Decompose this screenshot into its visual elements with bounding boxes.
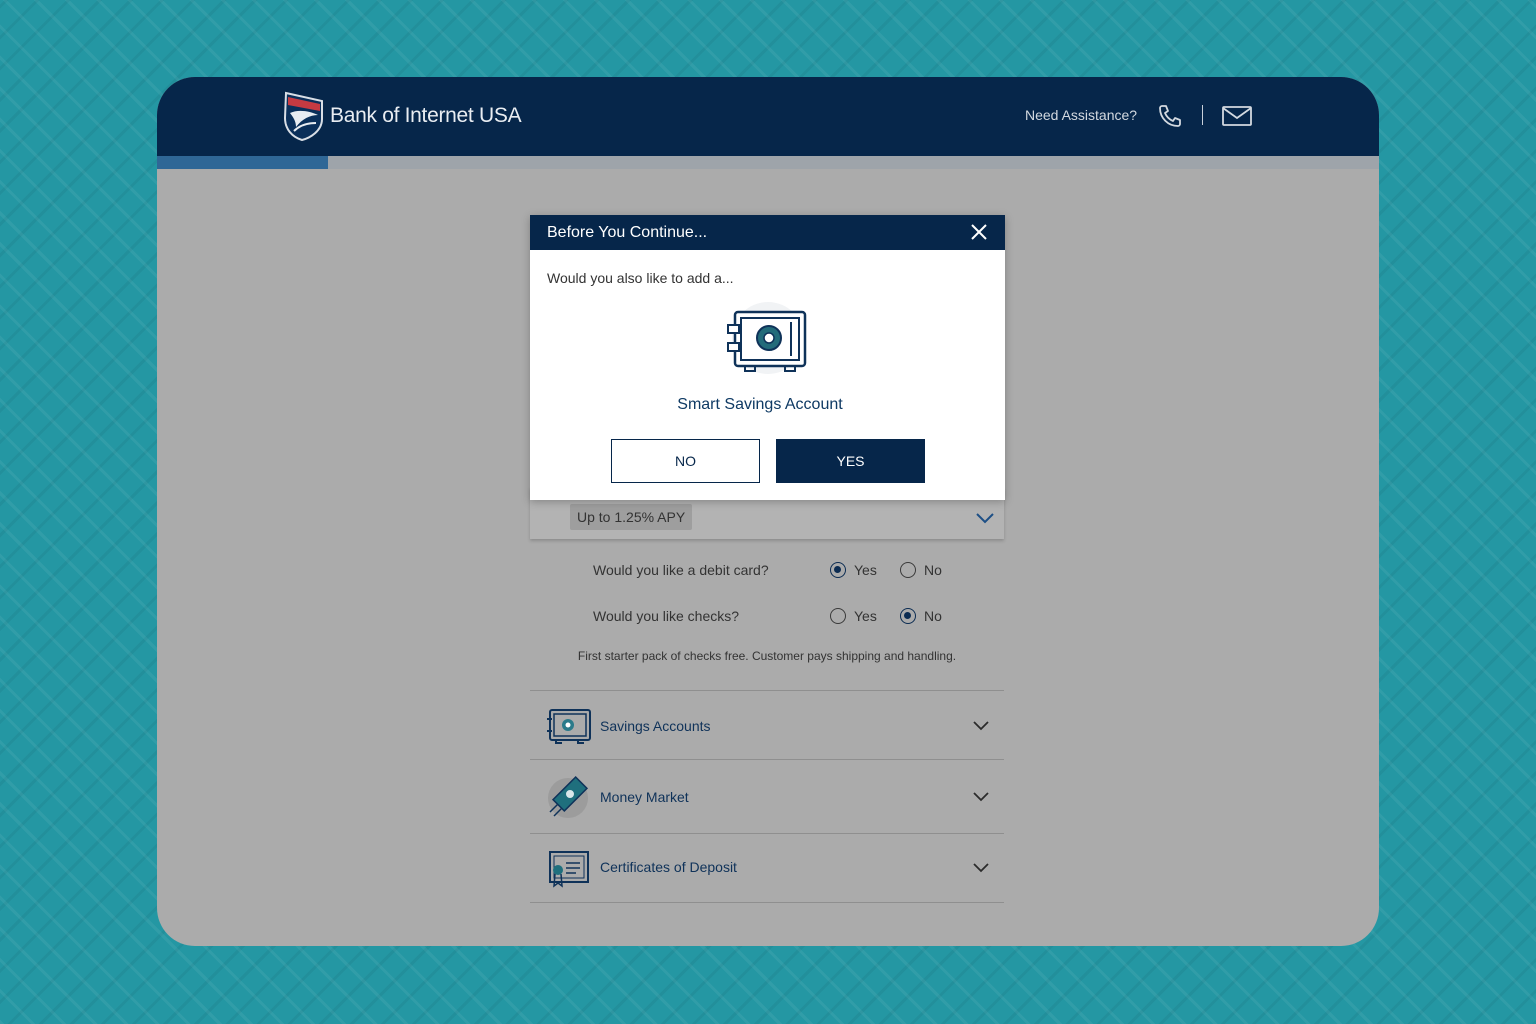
safe-icon <box>547 709 591 744</box>
chevron-down-icon[interactable] <box>973 721 989 731</box>
checks-no-label: No <box>924 608 942 624</box>
accordion-label: Certificates of Deposit <box>600 859 737 875</box>
product-name: Smart Savings Account <box>677 396 843 413</box>
checks-note: First starter pack of checks free. Custo… <box>577 649 957 663</box>
chevron-down-icon[interactable] <box>973 863 989 873</box>
checks-yes-label: Yes <box>854 608 877 624</box>
apy-badge: Up to 1.25% APY <box>570 504 693 530</box>
money-icon <box>548 775 589 818</box>
yes-button[interactable]: YES <box>776 439 925 483</box>
header-divider <box>1202 105 1203 125</box>
accordion-savings-accounts[interactable]: Savings Accounts <box>530 690 1004 760</box>
checks-no-radio[interactable] <box>900 608 916 624</box>
certificate-icon <box>549 851 589 888</box>
debit-yes-radio[interactable] <box>830 562 846 578</box>
modal-header: Before You Continue... <box>530 215 1005 250</box>
chevron-down-icon[interactable] <box>976 513 994 524</box>
need-assistance-link[interactable]: Need Assistance? <box>1025 107 1137 123</box>
debit-card-question: Would you like a debit card? <box>593 562 769 578</box>
checks-yes-radio[interactable] <box>830 608 846 624</box>
modal-title: Before You Continue... <box>547 224 708 241</box>
debit-no-label: No <box>924 562 942 578</box>
debit-yes-label: Yes <box>854 562 877 578</box>
checks-question: Would you like checks? <box>593 608 740 624</box>
modal-question: Would you also like to add a... <box>547 270 734 286</box>
accordion-money-market[interactable]: Money Market <box>530 759 1004 834</box>
safe-icon <box>727 302 807 374</box>
accordion-label: Money Market <box>600 789 689 805</box>
eagle-logo-icon <box>283 91 323 141</box>
chevron-down-icon[interactable] <box>973 792 989 802</box>
mail-icon[interactable] <box>1222 106 1252 126</box>
phone-icon[interactable] <box>1157 103 1183 129</box>
no-button[interactable]: NO <box>611 439 760 483</box>
debit-no-radio[interactable] <box>900 562 916 578</box>
accordion-certificates-of-deposit[interactable]: Certificates of Deposit <box>530 833 1004 903</box>
top-navigation-bar: Bank of Internet USA Need Assistance? <box>157 77 1379 156</box>
accordion-divider <box>530 902 1004 903</box>
accordion-label: Savings Accounts <box>600 718 711 734</box>
brand-logo[interactable]: Bank of Internet USA <box>282 91 522 141</box>
progress-bar <box>157 156 1379 169</box>
app-window: Bank of Internet USA Need Assistance? Up… <box>157 77 1379 946</box>
brand-name: Bank of Internet USA <box>330 104 522 127</box>
progress-bar-fill <box>157 156 329 169</box>
upsell-modal: Before You Continue... Would you also li… <box>530 215 1005 500</box>
close-icon[interactable] <box>970 223 988 241</box>
